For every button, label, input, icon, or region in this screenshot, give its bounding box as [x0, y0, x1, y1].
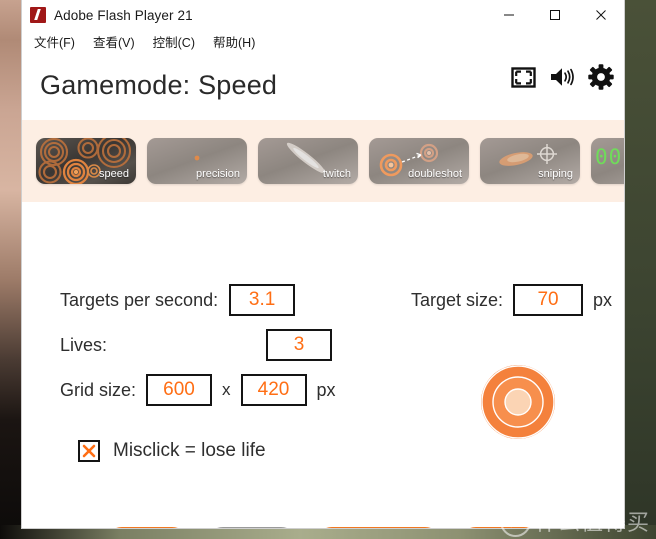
gamemode-label-twitch: twitch: [322, 168, 351, 180]
menu-view[interactable]: 查看(V): [93, 32, 135, 51]
action-buttons: Back Reset Advanced Start: [22, 527, 624, 528]
misclick-checkbox[interactable]: [78, 440, 100, 462]
target-size-row: Target size: 70 px: [411, 284, 612, 316]
target-size-preview: [479, 363, 557, 441]
misclick-row[interactable]: Misclick = lose life: [78, 440, 266, 462]
fullscreen-icon[interactable]: [511, 65, 536, 90]
targets-per-second-input[interactable]: 3.1: [229, 284, 296, 316]
gamemode-label-speed: speed: [99, 168, 129, 180]
desktop-wallpaper-right: [624, 0, 656, 539]
target-size-input[interactable]: 70: [513, 284, 584, 316]
gamemode-tile-precision[interactable]: precision: [147, 138, 247, 184]
misclick-label: Misclick = lose life: [113, 440, 266, 461]
menu-file[interactable]: 文件(F): [34, 32, 75, 51]
gamemode-selector: speed precision twitch doubleshot snipin…: [36, 120, 624, 202]
targets-per-second-label: Targets per second:: [60, 289, 219, 310]
start-button[interactable]: Start: [458, 527, 541, 528]
menu-help[interactable]: 帮助(H): [213, 32, 255, 51]
lives-label: Lives:: [60, 335, 108, 355]
grid-height-input[interactable]: 420: [240, 374, 307, 406]
page-title: Gamemode: Speed: [40, 70, 278, 100]
gear-icon[interactable]: [588, 64, 614, 90]
back-button[interactable]: Back: [105, 527, 190, 528]
gamemode-tile-challenge[interactable]: 00:59 cha: [591, 138, 624, 184]
gamemode-label-sniping: sniping: [538, 168, 573, 180]
grid-size-label: Grid size:: [60, 379, 137, 400]
window-controls: [486, 0, 624, 30]
minimize-button[interactable]: [486, 0, 532, 30]
settings-form: Targets per second: 3.1 Target size: 70 …: [22, 202, 624, 528]
menu-bar: 文件(F) 查看(V) 控制(C) 帮助(H): [22, 30, 624, 52]
check-x-icon: [82, 444, 96, 458]
gamemode-tile-doubleshot[interactable]: doubleshot: [369, 138, 469, 184]
grid-width-input[interactable]: 600: [146, 374, 213, 406]
gamemode-header: Gamemode: Speed: [22, 52, 624, 120]
lives-row: Lives: 3: [60, 329, 332, 361]
flash-icon: [30, 7, 46, 23]
digital-timer-icon: 00:59: [595, 145, 624, 169]
gamemode-label-precision: precision: [195, 168, 240, 180]
target-size-label: Target size:: [411, 289, 504, 310]
title-bar: Adobe Flash Player 21: [22, 0, 624, 30]
gamemode-tile-speed[interactable]: speed: [36, 138, 136, 184]
close-icon: [596, 10, 606, 20]
menu-control[interactable]: 控制(C): [153, 32, 195, 51]
target-size-unit: px: [593, 289, 613, 310]
grid-size-unit: px: [316, 379, 336, 400]
volume-icon[interactable]: [549, 65, 575, 89]
minimize-icon: [504, 14, 514, 16]
grid-size-row: Grid size: 600 x 420 px: [60, 374, 336, 406]
gamemode-label-doubleshot: doubleshot: [408, 168, 462, 180]
window-title: Adobe Flash Player 21: [54, 7, 193, 23]
gamemode-tile-sniping[interactable]: sniping: [480, 138, 580, 184]
maximize-button[interactable]: [532, 0, 578, 30]
grid-size-separator: x: [222, 380, 231, 399]
svg-text:00:59: 00:59: [595, 145, 624, 169]
lives-input[interactable]: 3: [266, 329, 332, 361]
close-button[interactable]: [578, 0, 624, 30]
flash-stage: Gamemode: Speed speed precision twitch d…: [22, 52, 624, 528]
advanced-button[interactable]: Advanced: [315, 527, 442, 528]
maximize-icon: [550, 10, 560, 20]
gamemode-tile-twitch[interactable]: twitch: [258, 138, 358, 184]
header-icon-group: [511, 64, 614, 90]
reset-button[interactable]: Reset: [206, 527, 299, 528]
target-preview-icon: [481, 365, 555, 439]
desktop-wallpaper-left: [0, 0, 24, 539]
flash-player-window: Adobe Flash Player 21 文件(F) 查看(V) 控制(C) …: [22, 0, 624, 528]
targets-per-second-row: Targets per second: 3.1: [60, 284, 296, 316]
screen: Adobe Flash Player 21 文件(F) 查看(V) 控制(C) …: [0, 0, 656, 539]
